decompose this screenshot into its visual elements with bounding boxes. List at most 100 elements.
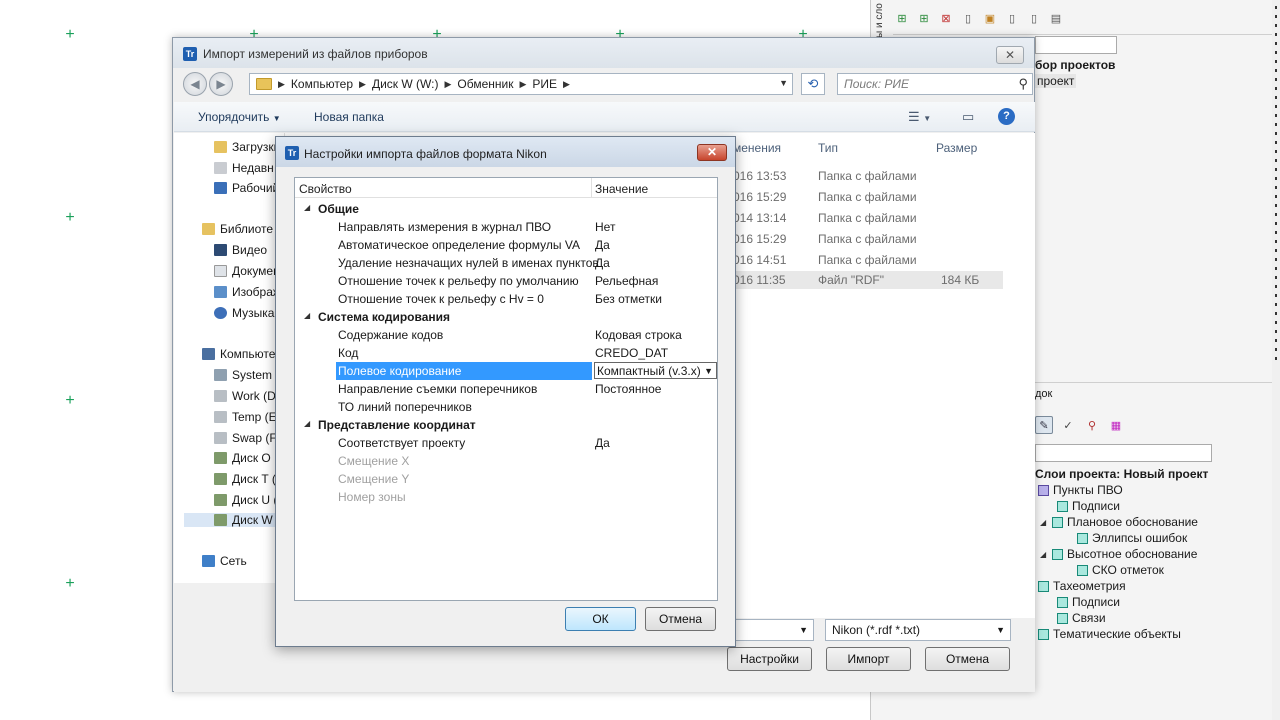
breadcrumb-item[interactable]: Компьютер — [291, 77, 353, 91]
file-type-select[interactable]: Nikon (*.rdf *.txt) ▼ — [825, 619, 1011, 641]
nav-item-pictures[interactable]: Изображ — [214, 285, 281, 299]
settings-button[interactable]: Настройки — [727, 647, 812, 671]
edit-icon[interactable]: ✎ — [1035, 416, 1053, 434]
nav-item-libraries[interactable]: Библиоте — [202, 222, 273, 236]
property-row[interactable]: Направление съемки поперечников Постоянно… — [295, 380, 717, 398]
property-value[interactable]: CREDO_DAT — [595, 346, 668, 360]
property-row[interactable]: Автоматическое определение формулы VA Да — [295, 236, 717, 254]
file-row[interactable]: 016 13:53 Папка с файлами — [733, 169, 917, 183]
nav-item-drive-o[interactable]: Диск O — [214, 451, 271, 465]
breadcrumb-item[interactable]: Обменник — [457, 77, 513, 91]
properties-icon[interactable]: ▤ — [1047, 9, 1065, 27]
nav-item-drive-e[interactable]: Temp (E — [214, 410, 277, 424]
layer-item[interactable]: Тематические объекты — [1038, 627, 1181, 641]
file-row[interactable]: 016 11:35 Файл "RDF" 184 КБ — [733, 271, 1003, 289]
property-row[interactable]: Соответствует проекту Да — [295, 434, 717, 452]
chevron-down-icon[interactable]: ▼ — [799, 625, 808, 635]
nav-item-music[interactable]: Музыка — [214, 306, 274, 320]
search-input[interactable]: Поиск: РИЕ ⚲ — [837, 73, 1033, 95]
property-row[interactable]: ТО линий поперечников — [295, 398, 717, 416]
layer-item[interactable]: СКО отметок — [1077, 563, 1164, 577]
nav-item-downloads[interactable]: Загрузки — [214, 140, 280, 154]
back-button[interactable]: ◀ — [183, 72, 207, 96]
nav-item-computer[interactable]: Компьюте — [202, 347, 275, 361]
property-value[interactable]: Без отметки — [595, 292, 662, 306]
document-icon[interactable]: ▯ — [1003, 9, 1021, 27]
nav-item-video[interactable]: Видео — [214, 243, 267, 257]
layer-item[interactable]: Пункты ПВО — [1038, 483, 1123, 497]
chevron-right-icon[interactable]: ▶ — [563, 79, 570, 90]
nav-item-documents[interactable]: Докумен — [214, 264, 280, 278]
check-icon[interactable]: ✓ — [1059, 416, 1077, 434]
search-icon[interactable]: ⚲ — [1018, 76, 1028, 92]
property-category[interactable]: ◢ Система кодирования — [295, 308, 717, 326]
close-button[interactable]: ✕ — [697, 144, 727, 161]
property-value[interactable]: Нет — [595, 220, 615, 234]
chevron-down-icon[interactable]: ▼ — [704, 366, 713, 376]
cancel-button[interactable]: Отмена — [925, 647, 1010, 671]
layer-item[interactable]: Подписи — [1057, 499, 1120, 513]
column-property[interactable]: Свойство — [299, 182, 352, 196]
nav-item-drive-c[interactable]: System ( — [214, 368, 279, 382]
vertical-scrollbar[interactable] — [1272, 0, 1280, 720]
file-row[interactable]: 014 13:14 Папка с файлами — [733, 211, 917, 225]
new-folder-button[interactable]: Новая папка — [314, 110, 384, 124]
collapse-arrow-icon[interactable]: ◢ — [1040, 550, 1048, 559]
ok-button[interactable]: ОК — [565, 607, 636, 631]
file-row[interactable]: 016 15:29 Папка с файлами — [733, 190, 917, 204]
add-child-icon[interactable]: ⊞ — [915, 9, 933, 27]
organize-menu-button[interactable]: Упорядочить ▼ — [198, 110, 281, 124]
project-filter-input[interactable] — [1035, 36, 1117, 54]
collapse-arrow-icon[interactable]: ◢ — [304, 419, 310, 428]
property-row-selected[interactable]: Полевое кодирование Компактный (v.3.x) ▼ — [295, 362, 717, 380]
address-bar[interactable]: ▶ Компьютер ▶ Диск W (W:) ▶ Обменник ▶ Р… — [249, 73, 793, 95]
property-category[interactable]: ◢ Представление координат — [295, 416, 717, 434]
collapse-arrow-icon[interactable]: ◢ — [304, 203, 310, 212]
layer-item[interactable]: Подписи — [1057, 595, 1120, 609]
help-icon[interactable]: ? — [998, 108, 1015, 125]
nav-item-desktop[interactable]: Рабочий — [214, 181, 279, 195]
layer-item[interactable]: Эллипсы ошибок — [1077, 531, 1187, 545]
forward-button[interactable]: ▶ — [209, 72, 233, 96]
import-button[interactable]: Импорт — [826, 647, 911, 671]
property-row[interactable]: Направлять измерения в журнал ПВО Нет — [295, 218, 717, 236]
chevron-right-icon[interactable]: ▶ — [278, 79, 285, 90]
column-value[interactable]: Значение — [595, 182, 648, 196]
nav-item-drive-d[interactable]: Work (D — [214, 389, 276, 403]
nav-item-network[interactable]: Сеть — [202, 554, 247, 568]
collapse-arrow-icon[interactable]: ◢ — [304, 311, 310, 320]
view-options-icon[interactable]: ☰ ▼ — [908, 109, 931, 125]
layer-style-icon[interactable]: ▦ — [1107, 416, 1125, 434]
file-name-input[interactable]: ▼ — [724, 619, 814, 641]
field-coding-select[interactable]: Компактный (v.3.x) ▼ — [594, 362, 717, 379]
nav-item-drive-t[interactable]: Диск T ( — [214, 472, 276, 486]
nav-item-drive-w[interactable]: Диск W — [184, 513, 284, 527]
property-row[interactable]: Отношение точек к рельефу с Hv = 0 Без от… — [295, 290, 717, 308]
document-icon[interactable]: ▯ — [1025, 9, 1043, 27]
preview-pane-icon[interactable]: ▭ — [962, 109, 974, 125]
property-value[interactable]: Рельефная — [595, 274, 658, 288]
chevron-down-icon[interactable]: ▼ — [779, 78, 788, 88]
property-value[interactable]: Да — [595, 256, 610, 270]
new-document-icon[interactable]: ▯ — [959, 9, 977, 27]
breadcrumb-item[interactable]: Диск W (W:) — [372, 77, 439, 91]
add-node-icon[interactable]: ⊞ — [893, 9, 911, 27]
property-row[interactable]: Удаление незначащих нулей в именах пункт… — [295, 254, 717, 272]
close-button[interactable]: ✕ — [996, 46, 1024, 64]
layer-item[interactable]: Связи — [1057, 611, 1106, 625]
chevron-right-icon[interactable]: ▶ — [519, 79, 526, 90]
file-row[interactable]: 016 14:51 Папка с файлами — [733, 253, 917, 267]
chevron-down-icon[interactable]: ▼ — [996, 625, 1005, 635]
nav-item-recent[interactable]: Недавн — [214, 161, 274, 175]
column-divider[interactable] — [591, 178, 592, 198]
layer-item[interactable]: ◢ Высотное обоснование — [1040, 547, 1197, 561]
project-item[interactable]: проект — [1035, 74, 1077, 88]
chevron-right-icon[interactable]: ▶ — [444, 79, 451, 90]
nav-item-drive-u[interactable]: Диск U ( — [214, 493, 277, 507]
property-row[interactable]: Содержание кодов Кодовая строка — [295, 326, 717, 344]
delete-node-icon[interactable]: ⊠ — [937, 9, 955, 27]
column-type[interactable]: Тип — [818, 141, 838, 155]
layer-item[interactable]: ◢ Плановое обоснование — [1040, 515, 1198, 529]
column-modified[interactable]: менения — [733, 141, 781, 155]
refresh-button[interactable]: ⟲ — [801, 73, 825, 95]
